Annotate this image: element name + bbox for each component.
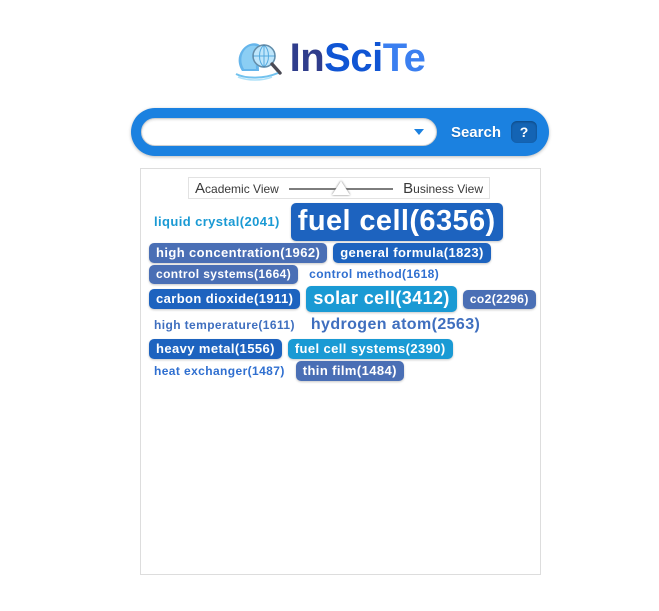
chevron-down-icon[interactable]	[408, 121, 430, 143]
tag-fuel-cell-systems[interactable]: fuel cell systems(2390)	[287, 339, 453, 359]
tag-control-systems[interactable]: control systems(1664)	[149, 265, 299, 284]
tag-general-formula[interactable]: general formula(1823)	[333, 243, 491, 263]
tag-hydrogen-atom[interactable]: hydrogen atom(2563)	[306, 314, 485, 337]
tag-liquid-crystal[interactable]: liquid crystal(2041)	[149, 212, 285, 232]
tag-cloud-row: heavy metal(1556) fuel cell systems(2390)	[147, 339, 534, 359]
tag-heavy-metal[interactable]: heavy metal(1556)	[149, 339, 282, 359]
tag-cloud-row: control systems(1664) control method(1618…	[147, 265, 534, 284]
tag-thin-film[interactable]: thin film(1484)	[295, 361, 404, 381]
tag-high-temperature[interactable]: high temperature(1611)	[149, 316, 300, 335]
brand-name: InSciTe	[290, 36, 426, 80]
search-input[interactable]	[142, 121, 408, 143]
tag-co2[interactable]: co2(2296)	[462, 289, 536, 309]
search-bar: Search ?	[131, 108, 549, 156]
tag-high-concentration[interactable]: high concentration(1962)	[149, 243, 328, 263]
tag-cloud: liquid crystal(2041) fuel cell(6356) high …	[141, 203, 540, 383]
business-view-label[interactable]: Business View	[397, 180, 489, 197]
tag-cloud-row: high temperature(1611) hydrogen atom(2563…	[147, 314, 534, 337]
results-panel: Academic View Business View liquid cryst…	[140, 168, 541, 575]
brand-name-part1: In	[289, 36, 325, 80]
brand-name-part2: Sci	[324, 36, 383, 80]
academic-view-label-initial: A	[195, 179, 206, 197]
tag-carbon-dioxide[interactable]: carbon dioxide(1911)	[149, 289, 301, 309]
view-mode-toggle[interactable]: Academic View Business View	[188, 177, 490, 199]
app-root: InSciTe Search ? Academic View Business …	[0, 0, 659, 611]
academic-view-label[interactable]: Academic View	[189, 180, 285, 197]
view-mode-slider[interactable]	[288, 180, 394, 196]
search-input-container[interactable]	[141, 118, 437, 146]
tag-heat-exchanger[interactable]: heat exchanger(1487)	[149, 362, 290, 381]
tag-fuel-cell[interactable]: fuel cell(6356)	[290, 203, 503, 241]
business-view-label-rest: usiness View	[413, 181, 483, 196]
head-globe-magnifier-logo-icon	[234, 35, 286, 81]
search-button[interactable]: Search	[451, 124, 501, 141]
tag-cloud-row: carbon dioxide(1911) solar cell(3412) co2(…	[147, 286, 536, 312]
tag-control-method[interactable]: control method(1618)	[304, 265, 444, 284]
brand-logo: InSciTe	[0, 30, 659, 86]
triangle-slider-thumb-icon[interactable]	[331, 181, 350, 195]
academic-view-label-rest: cademic View	[205, 181, 279, 196]
help-button[interactable]: ?	[511, 121, 537, 143]
brand-name-part3: Te	[382, 36, 426, 80]
tag-cloud-row: heat exchanger(1487) thin film(1484)	[147, 361, 534, 381]
tag-cloud-row: liquid crystal(2041) fuel cell(6356)	[147, 203, 534, 241]
tag-solar-cell[interactable]: solar cell(3412)	[306, 286, 457, 312]
business-view-label-initial: B	[403, 179, 414, 197]
tag-cloud-row: high concentration(1962) general formula(…	[147, 243, 534, 263]
